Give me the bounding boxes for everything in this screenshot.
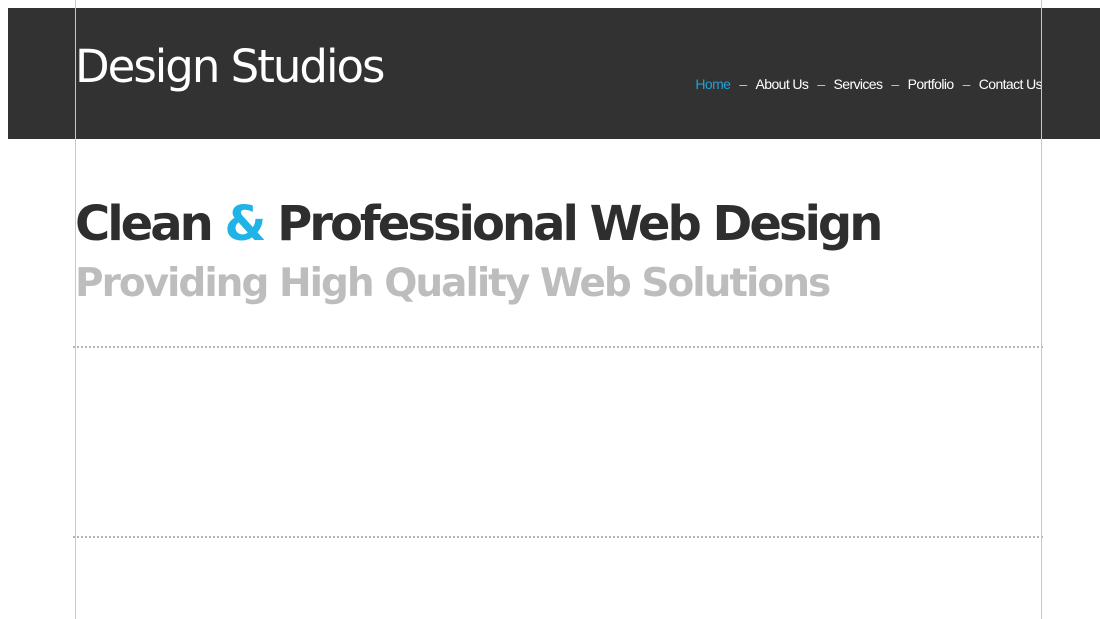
site-logo[interactable]: Design Studios [75, 44, 385, 89]
nav-separator: – [962, 76, 971, 92]
site-header: Design Studios Home – About Us – Service… [8, 8, 1100, 139]
layout-guide-left [75, 0, 76, 619]
nav-separator: – [739, 76, 747, 92]
headline-ampersand: & [224, 196, 267, 252]
hero-subheadline: Providing High Quality Web Solutions [75, 261, 831, 306]
nav-item-about-us[interactable]: About Us [756, 77, 809, 91]
nav-item-portfolio[interactable]: Portfolio [908, 77, 955, 91]
page: Design Studios Home – About Us – Service… [0, 0, 1100, 619]
main-nav: Home – About Us – Services – Portfolio –… [695, 77, 1042, 91]
hero-headline: Clean & Professional Web Design [75, 200, 883, 248]
headline-part-2: Professional Web Design [263, 196, 883, 252]
nav-item-services[interactable]: Services [834, 77, 883, 91]
nav-separator: – [817, 76, 825, 92]
dotted-divider-top [73, 346, 1043, 348]
dotted-divider-bottom [73, 536, 1043, 538]
nav-separator: – [891, 76, 899, 92]
headline-part-1: Clean [75, 196, 225, 252]
layout-guide-right [1041, 0, 1042, 619]
nav-item-contact-us[interactable]: Contact Us [979, 77, 1043, 91]
nav-item-home[interactable]: Home [695, 77, 731, 91]
